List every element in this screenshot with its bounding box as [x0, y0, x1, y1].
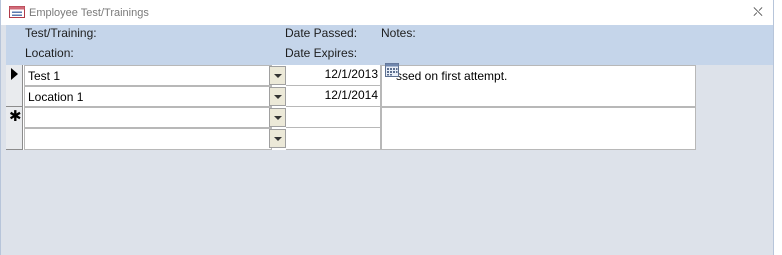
record-selector[interactable]	[6, 65, 23, 107]
location-value: Location 1	[28, 90, 84, 104]
notes-label: Notes:	[381, 26, 416, 40]
window-title: Employee Test/Trainings	[29, 7, 149, 19]
date-passed-value: 12/1/2013	[324, 67, 378, 81]
location-dropdown-button[interactable]	[269, 87, 286, 106]
test-training-value: Test 1	[28, 69, 61, 83]
test-training-combo[interactable]: Test 1	[24, 65, 272, 86]
date-passed-label: Date Passed:	[285, 26, 358, 40]
date-passed-field[interactable]: 12/1/2013	[286, 65, 381, 86]
form-window: Employee Test/Trainings ⛌ Test/Training:…	[0, 0, 774, 255]
new-test-training-dropdown-button[interactable]	[269, 108, 286, 127]
new-date-passed-field[interactable]	[286, 107, 381, 128]
new-record-selector[interactable]: ✱	[6, 107, 23, 150]
test-training-label: Test/Training:	[25, 26, 97, 40]
date-expires-value: 12/1/2014	[324, 88, 378, 102]
new-notes-field[interactable]	[381, 107, 696, 150]
notes-field[interactable]: ssed on first attempt.	[381, 65, 696, 107]
date-picker-icon[interactable]	[385, 63, 399, 77]
new-record-asterisk-icon: ✱	[9, 107, 22, 125]
location-label: Location:	[25, 46, 74, 60]
new-location-combo[interactable]	[24, 128, 272, 150]
close-icon[interactable]: ⛌	[751, 4, 765, 20]
date-expires-field[interactable]: 12/1/2014	[286, 86, 381, 107]
records-grid: Test 1 Location 1 12/1/2013 12/1/2014 ss…	[6, 65, 696, 150]
new-date-expires-field[interactable]	[286, 128, 381, 150]
new-test-training-combo[interactable]	[24, 107, 272, 128]
new-location-dropdown-button[interactable]	[269, 129, 286, 148]
test-training-dropdown-button[interactable]	[269, 66, 286, 85]
date-expires-label: Date Expires:	[285, 46, 358, 60]
notes-value: ssed on first attempt.	[396, 69, 508, 83]
record-pointer-icon	[11, 68, 18, 80]
title-bar: Employee Test/Trainings ⛌	[1, 0, 773, 25]
form-header: Test/Training: Location: Date Passed: Da…	[6, 25, 773, 65]
form-icon	[9, 6, 25, 18]
location-combo[interactable]: Location 1	[24, 86, 272, 107]
